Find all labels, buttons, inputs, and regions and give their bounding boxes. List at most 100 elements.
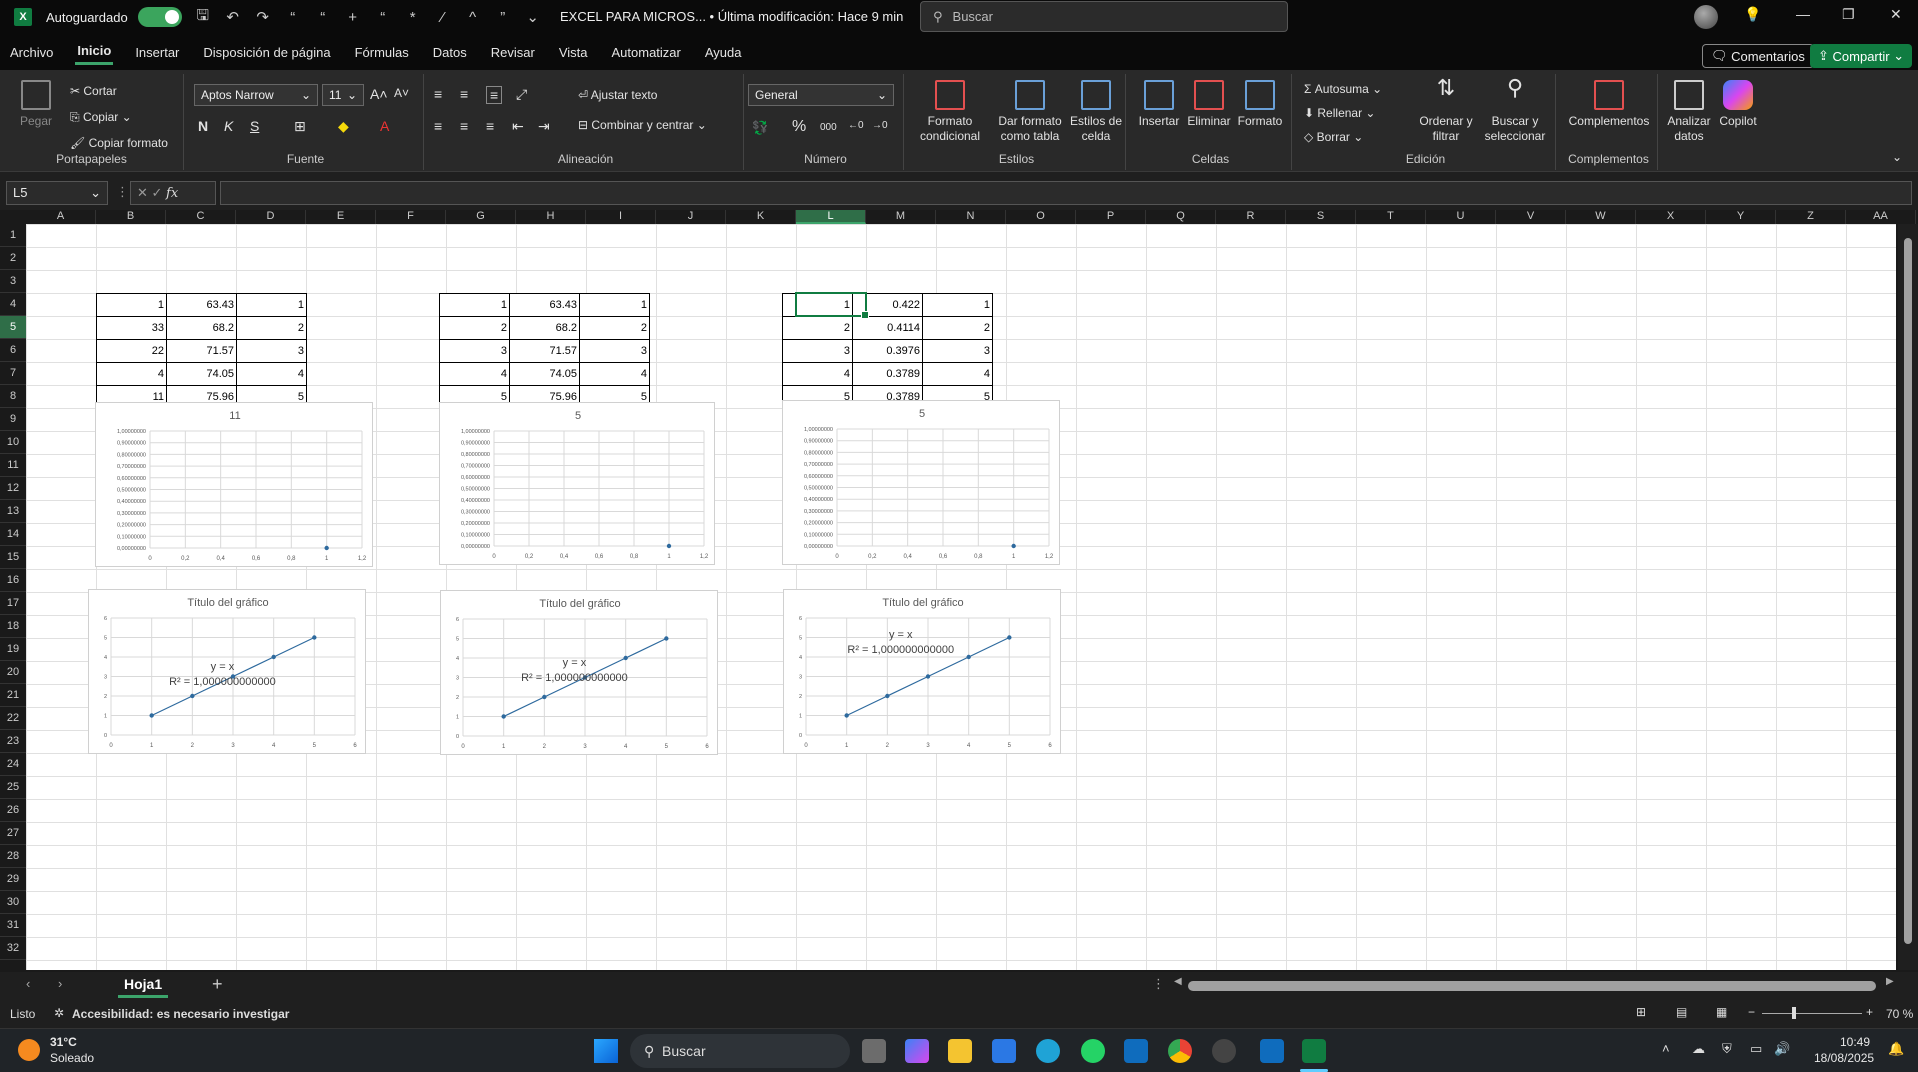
align-bottom-icon[interactable]: ≡ [486, 86, 503, 104]
chart-5[interactable]: Título del gráfico 0 1 2 3 4 5 6 0 1 2 3 4 5 6 y = x R² … [440, 590, 718, 755]
share-button[interactable]: ⇪ Compartir ⌄ [1810, 44, 1913, 68]
column-header[interactable]: A [26, 210, 96, 224]
display-icon[interactable]: ▭ [1750, 1041, 1762, 1057]
row-header[interactable]: 25 [0, 776, 26, 799]
undo-icon[interactable]: ↶ [224, 8, 242, 26]
quick-access-icon-4[interactable]: “ [374, 9, 392, 26]
bold-icon[interactable]: N [198, 118, 208, 134]
tab-revisar[interactable]: Revisar [489, 41, 537, 64]
media-player-icon[interactable] [1212, 1039, 1236, 1063]
collapse-ribbon-icon[interactable]: ⌄ [1892, 150, 1902, 164]
taskbar-search[interactable]: ⚲ Buscar [630, 1034, 850, 1068]
column-header[interactable]: N [936, 210, 1006, 224]
row-header[interactable]: 24 [0, 753, 26, 776]
row-header[interactable]: 28 [0, 845, 26, 868]
tab-ayuda[interactable]: Ayuda [703, 41, 744, 64]
row-header[interactable]: 12 [0, 477, 26, 500]
enter-icon[interactable]: ✓ [152, 185, 167, 200]
clock-date[interactable]: 18/08/2025 [1814, 1051, 1874, 1065]
wrap-text-button[interactable]: ⏎ Ajustar texto [578, 88, 657, 102]
quick-access-icon-3[interactable]: + [344, 9, 362, 26]
percent-icon[interactable]: % [792, 118, 806, 136]
copilot-button[interactable]: Copilot [1716, 80, 1760, 129]
autosave-toggle[interactable] [137, 7, 182, 27]
increase-decimal-icon[interactable]: ←0 [848, 120, 864, 131]
table-cell[interactable]: 4 [782, 362, 853, 386]
table-cell[interactable]: 33 [96, 316, 167, 340]
quick-access-icon-5[interactable]: * [404, 9, 422, 26]
clock-time[interactable]: 10:49 [1840, 1035, 1870, 1049]
zoom-level[interactable]: 70 % [1886, 1007, 1913, 1021]
store-icon[interactable] [992, 1039, 1016, 1063]
tray-chevron-up-icon[interactable]: ˄ [1662, 1041, 1670, 1056]
column-header[interactable]: P [1076, 210, 1146, 224]
cell-styles-button[interactable]: Estilos de celda [1068, 80, 1124, 144]
table-cell[interactable]: 1 [96, 293, 167, 317]
row-header[interactable]: 26 [0, 799, 26, 822]
tab-vista[interactable]: Vista [557, 41, 590, 64]
table-cell[interactable]: 4 [236, 362, 307, 386]
increase-indent-icon[interactable]: ⇥ [538, 118, 550, 135]
table-cell[interactable]: 4 [96, 362, 167, 386]
quick-access-icon-8[interactable]: ” [494, 9, 512, 26]
row-header[interactable]: 27 [0, 822, 26, 845]
thousands-icon[interactable]: 000 [820, 122, 837, 133]
row-header[interactable]: 6 [0, 339, 26, 362]
fill-color-icon[interactable]: ◆ [338, 118, 349, 135]
analyze-data-button[interactable]: Analizar datos [1664, 80, 1714, 144]
row-header[interactable]: 23 [0, 730, 26, 753]
insert-cells-button[interactable]: Insertar [1134, 80, 1184, 129]
autosum-button[interactable]: Σ Autosuma ⌄ [1304, 82, 1382, 96]
chart-1[interactable]: 11 0,00000000 0,10000000 0,20000000 0,300000… [95, 402, 373, 567]
name-box[interactable]: L5 ⌄ [6, 181, 108, 205]
table-cell[interactable]: 63.43 [166, 293, 237, 317]
table-cell[interactable]: 71.57 [509, 339, 580, 363]
zoom-out-icon[interactable]: − [1748, 1005, 1755, 1019]
borders-icon[interactable]: ⊞ [294, 118, 306, 135]
zoom-in-icon[interactable]: + [1866, 1005, 1873, 1019]
column-header[interactable]: M [866, 210, 936, 224]
chart-4[interactable]: Título del gráfico 0 1 2 3 4 5 6 0 1 2 3 4 5 6 y = x R² … [88, 589, 366, 754]
delete-cells-button[interactable]: Eliminar [1184, 80, 1234, 129]
conditional-format-button[interactable]: Formato condicional [910, 80, 990, 144]
tab-inicio[interactable]: Inicio [75, 39, 114, 65]
edge-icon[interactable] [1036, 1039, 1060, 1063]
redo-icon[interactable]: ↷ [254, 8, 272, 26]
row-header[interactable]: 20 [0, 661, 26, 684]
outlook-icon[interactable] [1124, 1039, 1148, 1063]
more-icon[interactable]: ⋮ [116, 184, 129, 200]
table-cell[interactable]: 63.43 [509, 293, 580, 317]
file-explorer-icon[interactable] [948, 1039, 972, 1063]
row-header[interactable]: 21 [0, 684, 26, 707]
windows-start-icon[interactable] [594, 1039, 618, 1063]
excel-taskbar-icon[interactable] [1302, 1039, 1326, 1063]
column-header[interactable]: Y [1706, 210, 1776, 224]
row-header[interactable]: 30 [0, 891, 26, 914]
table-cell[interactable]: 68.2 [509, 316, 580, 340]
column-header[interactable]: R [1216, 210, 1286, 224]
shrink-font-icon[interactable]: A˅ [394, 86, 409, 100]
row-header[interactable]: 1 [0, 224, 26, 247]
column-header[interactable]: V [1496, 210, 1566, 224]
column-header[interactable]: K [726, 210, 796, 224]
column-header[interactable]: F [376, 210, 446, 224]
chrome-icon[interactable] [1168, 1039, 1192, 1063]
align-middle-icon[interactable]: ≡ [460, 86, 468, 102]
row-header[interactable]: 14 [0, 523, 26, 546]
merge-center-button[interactable]: ⊟ Combinar y centrar ⌄ [578, 118, 707, 132]
horizontal-scrollbar[interactable] [1188, 981, 1876, 991]
italic-icon[interactable]: K [224, 118, 233, 134]
align-center-icon[interactable]: ≡ [460, 118, 468, 134]
column-header[interactable]: U [1426, 210, 1496, 224]
table-cell[interactable]: 2 [236, 316, 307, 340]
column-header[interactable]: D [236, 210, 306, 224]
table-cell[interactable]: 1 [922, 293, 993, 317]
column-header[interactable]: Z [1776, 210, 1846, 224]
row-header[interactable]: 19 [0, 638, 26, 661]
tab-datos[interactable]: Datos [431, 41, 469, 64]
table-cell[interactable]: 4 [439, 362, 510, 386]
next-sheet-icon[interactable]: › [58, 976, 62, 991]
add-sheet-icon[interactable]: + [212, 974, 223, 995]
normal-view-icon[interactable]: ⊞ [1636, 1005, 1646, 1019]
underline-icon[interactable]: S [250, 118, 259, 134]
